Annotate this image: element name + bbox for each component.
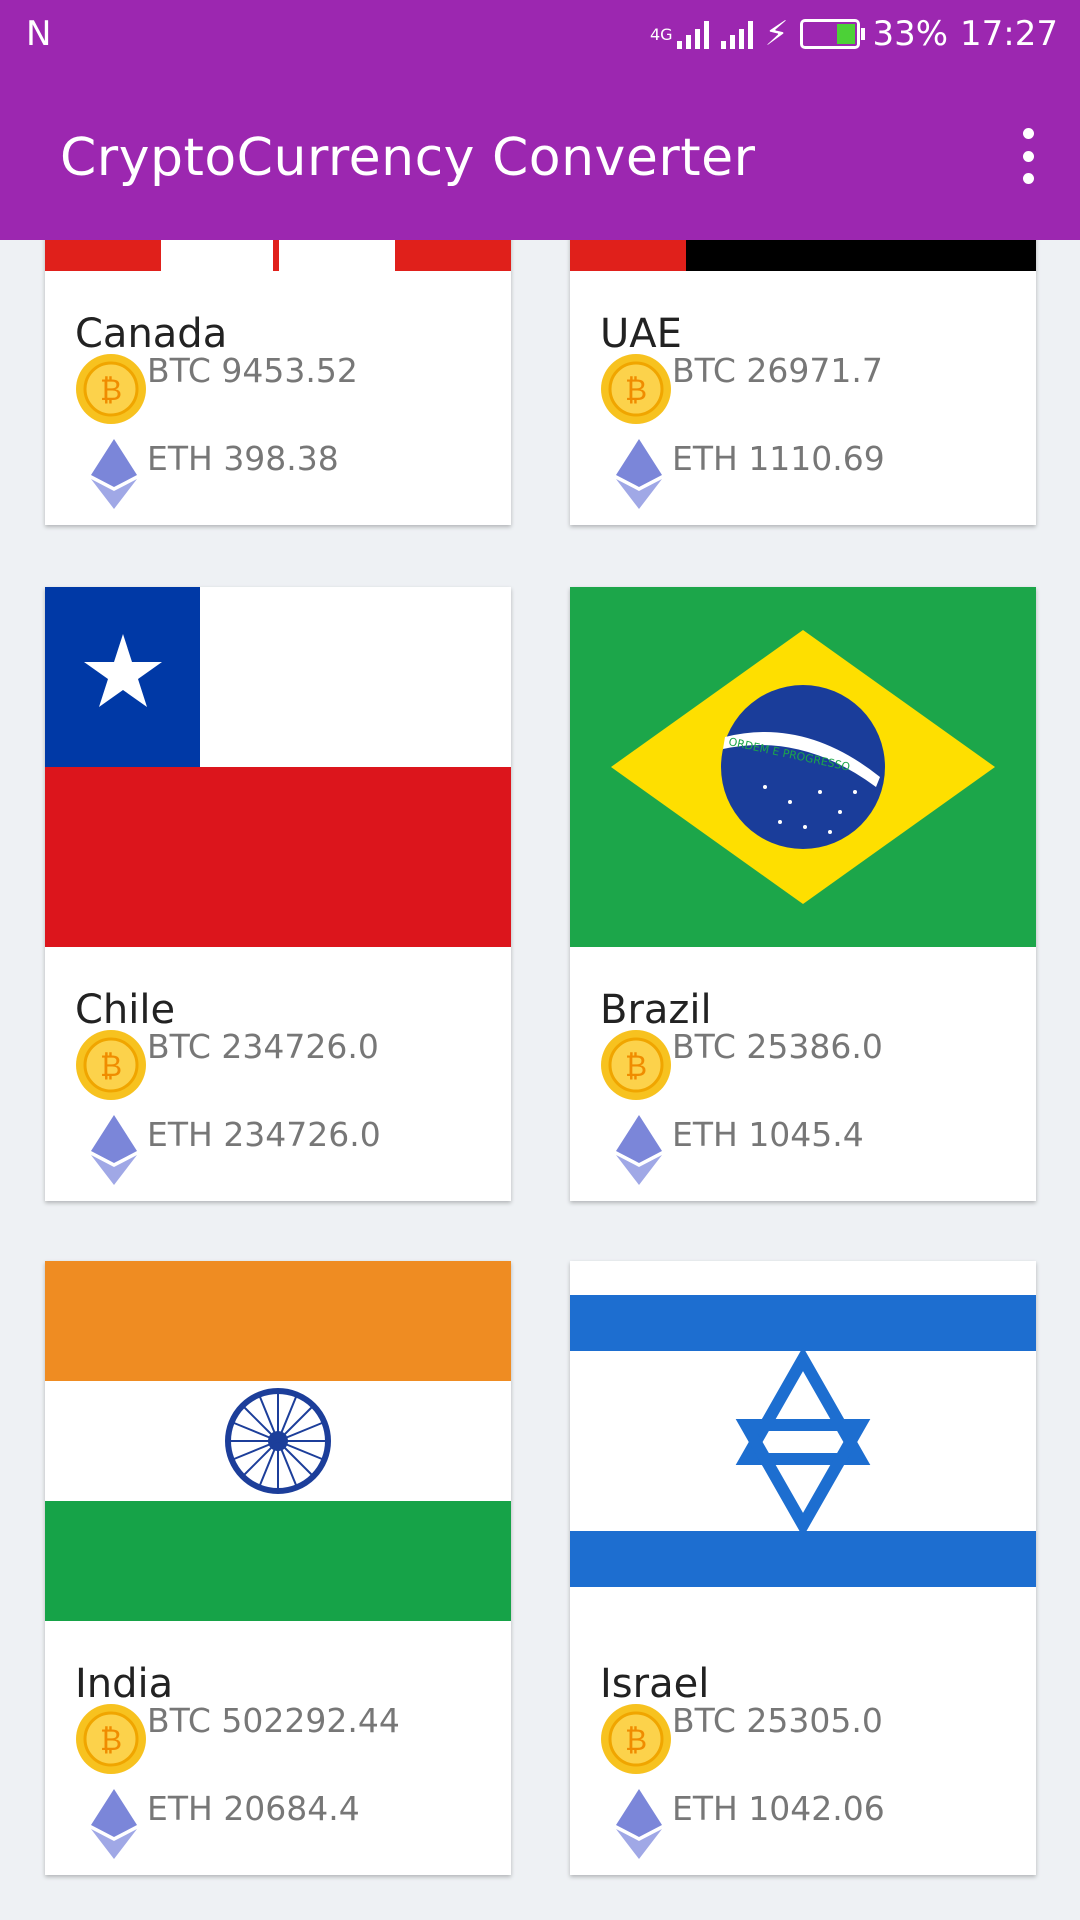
- overflow-menu-icon[interactable]: [1016, 128, 1040, 184]
- bitcoin-icon: ₿: [76, 354, 146, 424]
- btc-value: BTC 502292.44: [147, 1701, 400, 1740]
- bitcoin-icon: ₿: [601, 354, 671, 424]
- eth-value: ETH 234726.0: [147, 1115, 381, 1154]
- eth-value: ETH 398.38: [147, 439, 339, 478]
- bitcoin-icon: ₿: [76, 1030, 146, 1100]
- ethereum-icon: [91, 439, 137, 509]
- battery-icon: [800, 19, 866, 49]
- country-card-israel[interactable]: Israel ₿ BTC 25305.0 ETH 1042.06: [570, 1261, 1036, 1875]
- clock: 17:27: [960, 14, 1058, 54]
- svg-text:₿: ₿: [100, 1723, 122, 1758]
- btc-value: BTC 25386.0: [672, 1027, 883, 1066]
- signal-icon-2: [720, 19, 753, 49]
- btc-value: BTC 234726.0: [147, 1027, 379, 1066]
- bitcoin-icon: ₿: [76, 1704, 146, 1774]
- flag-chile: [45, 587, 511, 947]
- flag-india: [45, 1261, 511, 1621]
- ethereum-icon: [91, 1115, 137, 1185]
- bitcoin-icon: ₿: [601, 1030, 671, 1100]
- ethereum-icon: [616, 439, 662, 509]
- ethereum-icon: [616, 1115, 662, 1185]
- country-name: UAE: [600, 311, 682, 357]
- carrier-label: N: [26, 14, 52, 54]
- btc-value: BTC 25305.0: [672, 1701, 883, 1740]
- ethereum-icon: [91, 1789, 137, 1859]
- btc-value: BTC 26971.7: [672, 351, 883, 390]
- network-type: 4G: [649, 24, 673, 44]
- eth-value: ETH 1110.69: [672, 439, 885, 478]
- eth-value: ETH 1042.06: [672, 1789, 885, 1828]
- app-title: CryptoCurrency Converter: [60, 128, 756, 188]
- status-bar: N 4G ⚡ 33% 17:27: [0, 0, 1080, 72]
- svg-text:₿: ₿: [625, 1049, 647, 1084]
- eth-value: ETH 1045.4: [672, 1115, 864, 1154]
- country-card-brazil[interactable]: ORDEM E PROGRESSO Brazil ₿ BTC 25386.0 E…: [570, 587, 1036, 1201]
- eth-value: ETH 20684.4: [147, 1789, 360, 1828]
- charging-icon: ⚡: [764, 14, 789, 54]
- country-card-india[interactable]: India ₿ BTC 502292.44 ETH 20684.4: [45, 1261, 511, 1875]
- app-bar: N 4G ⚡ 33% 17:27 CryptoCurrency Converte…: [0, 0, 1080, 240]
- svg-text:₿: ₿: [625, 1723, 647, 1758]
- btc-value: BTC 9453.52: [147, 351, 358, 390]
- ethereum-icon: [616, 1789, 662, 1859]
- flag-israel: [570, 1261, 1036, 1621]
- svg-text:₿: ₿: [100, 1049, 122, 1084]
- battery-percent: 33%: [872, 14, 949, 54]
- signal-icon: [676, 19, 709, 49]
- flag-brazil: ORDEM E PROGRESSO: [570, 587, 1036, 947]
- country-card-chile[interactable]: Chile ₿ BTC 234726.0 ETH 234726.0: [45, 587, 511, 1201]
- svg-text:₿: ₿: [100, 373, 122, 408]
- svg-text:₿: ₿: [625, 373, 647, 408]
- bitcoin-icon: ₿: [601, 1704, 671, 1774]
